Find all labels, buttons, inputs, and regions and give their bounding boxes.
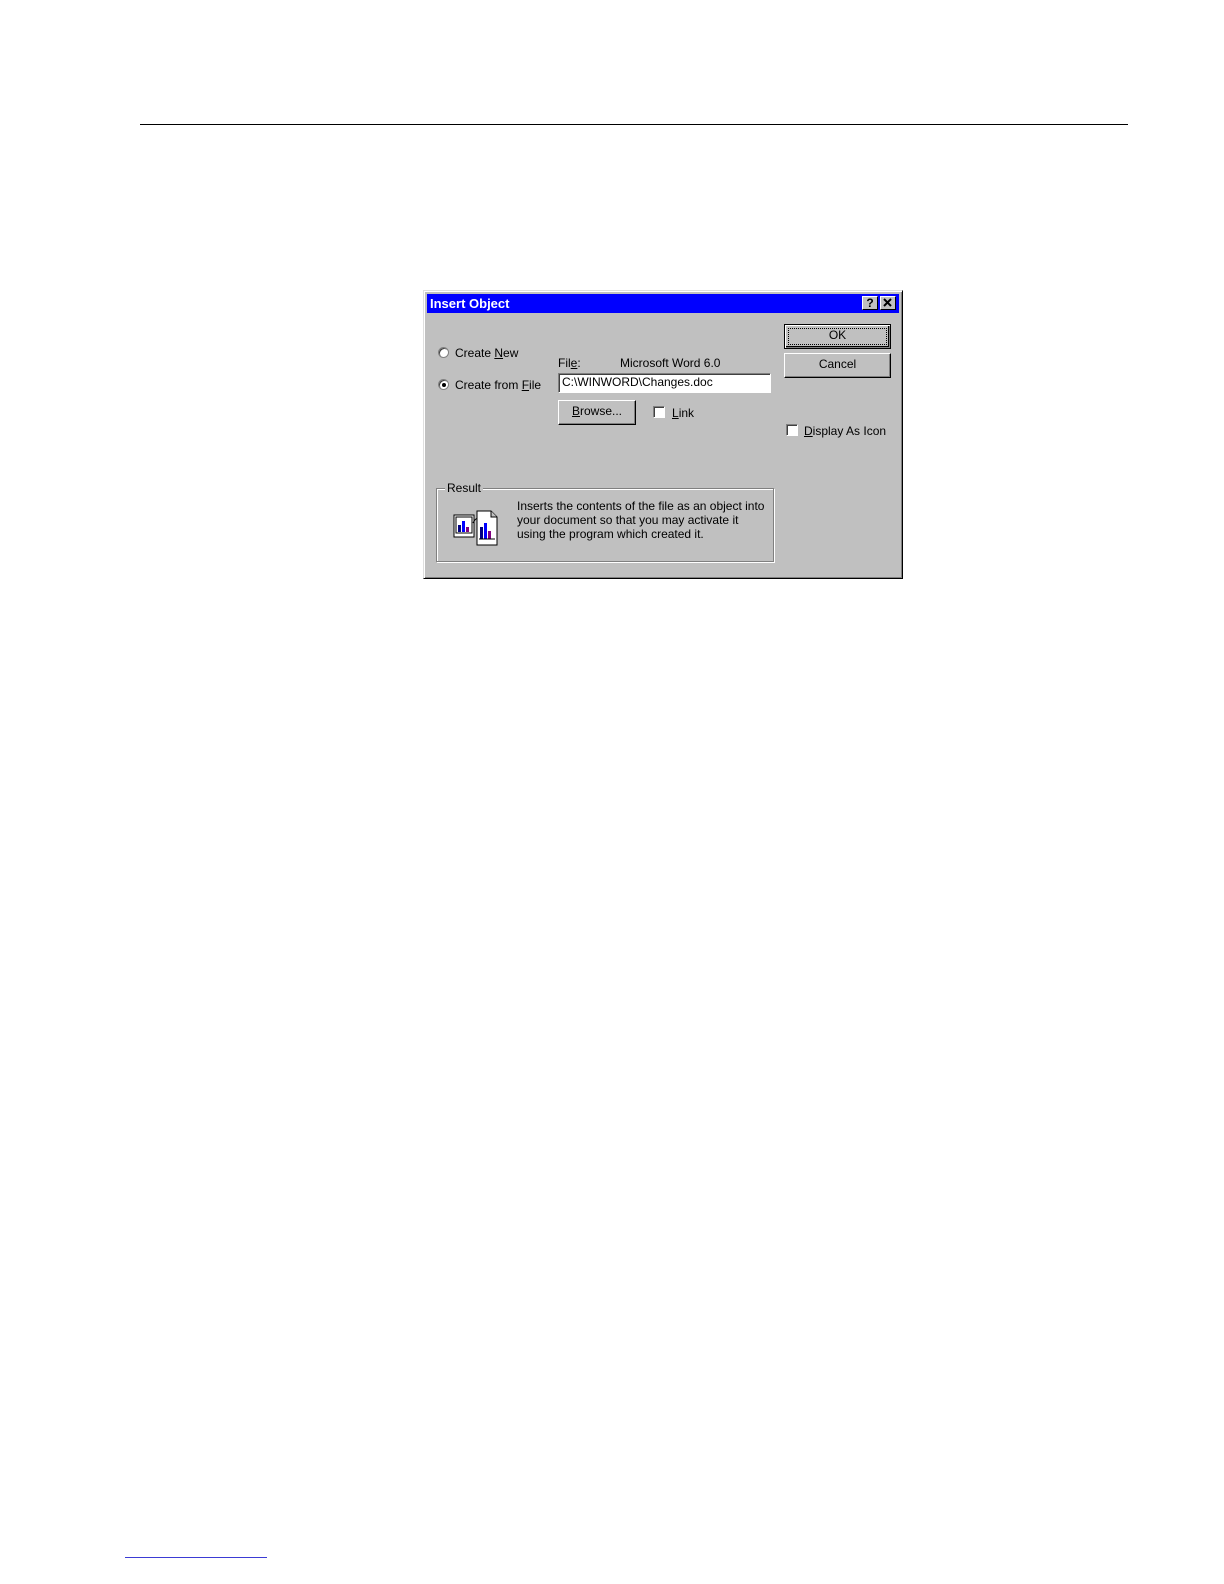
insert-object-result-icon bbox=[453, 510, 498, 546]
file-type-label: Microsoft Word 6.0 bbox=[620, 356, 721, 370]
display-as-icon-label[interactable]: Display As Icon bbox=[804, 424, 886, 438]
create-from-file-label[interactable]: Create from File bbox=[455, 378, 541, 392]
browse-button[interactable]: Browse... bbox=[558, 400, 636, 425]
close-button[interactable] bbox=[880, 296, 896, 310]
page-top-rule bbox=[140, 124, 1128, 125]
radio-selected-dot bbox=[442, 383, 446, 387]
page-bottom-rule bbox=[125, 1557, 267, 1558]
file-path-input[interactable]: C:\WINWORD\Changes.doc bbox=[558, 373, 771, 393]
close-icon bbox=[883, 298, 892, 307]
create-new-radio[interactable] bbox=[438, 347, 449, 358]
link-checkbox[interactable] bbox=[653, 406, 665, 418]
create-from-file-radio[interactable] bbox=[438, 379, 449, 390]
result-description: Inserts the contents of the file as an o… bbox=[517, 499, 765, 541]
insert-object-dialog: Insert Object ? Create New Create from F… bbox=[423, 290, 903, 579]
display-as-icon-checkbox[interactable] bbox=[786, 424, 798, 436]
result-title: Result bbox=[445, 481, 484, 495]
result-groupbox: Result Inserts the contents of the file … bbox=[436, 481, 774, 562]
dialog-titlebar[interactable]: Insert Object ? bbox=[427, 294, 899, 313]
ok-button[interactable]: OK bbox=[784, 324, 891, 349]
cancel-button[interactable]: Cancel bbox=[784, 353, 891, 378]
dialog-title: Insert Object bbox=[430, 296, 510, 311]
focus-ring bbox=[788, 328, 887, 345]
create-new-label[interactable]: Create New bbox=[455, 346, 518, 360]
link-label[interactable]: Link bbox=[672, 406, 694, 420]
help-button[interactable]: ? bbox=[862, 296, 878, 310]
file-label: File: bbox=[558, 356, 581, 370]
